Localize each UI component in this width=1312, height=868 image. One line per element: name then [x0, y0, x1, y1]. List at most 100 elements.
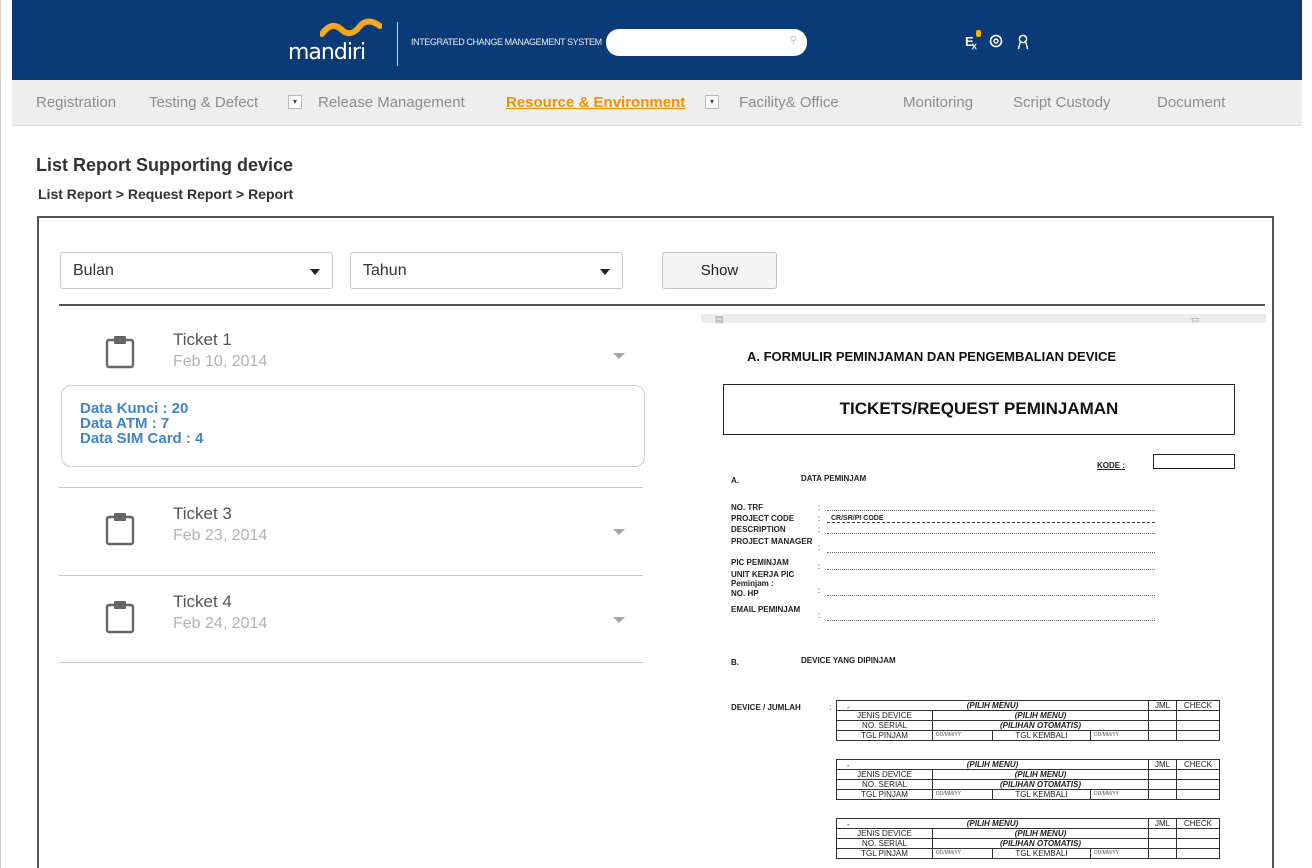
- show-button[interactable]: Show: [662, 252, 777, 289]
- field-line: [827, 510, 1155, 511]
- mandiri-logo[interactable]: mandiri: [278, 18, 390, 65]
- ticket-row[interactable]: Ticket 1 Feb 10, 2014: [59, 318, 643, 380]
- clipboard-icon: [105, 336, 135, 369]
- date-cell[interactable]: DD/MM/YY: [1090, 848, 1149, 859]
- field-colon: :: [818, 503, 821, 512]
- document-heading: A. FORMULIR PEMINJAMAN DAN PENGEMBALIAN …: [747, 349, 1117, 364]
- chevron-down-icon[interactable]: [613, 529, 625, 535]
- check-cell: CHECK: [1176, 700, 1220, 711]
- header-divider: [397, 22, 398, 66]
- date-cell[interactable]: DD/MM/YY: [932, 730, 993, 741]
- field-value: CR/SR/PI CODE: [831, 515, 884, 522]
- jenis-device-label: JENIS DEVICE: [836, 769, 933, 780]
- menu-item-monitoring[interactable]: Monitoring: [903, 94, 973, 111]
- menu-item-testing-defect[interactable]: Testing & Defect: [149, 94, 258, 111]
- menu-item-release-management[interactable]: Release Management: [318, 94, 465, 111]
- clipboard-icon: [105, 601, 135, 634]
- section-a-letter: A.: [731, 476, 739, 485]
- menu-item-script-custody[interactable]: Script Custody: [1013, 94, 1111, 111]
- month-select-value: Bulan: [73, 262, 114, 279]
- ticket-detail-card: Data Kunci : 20 Data ATM : 7 Data SIM Ca…: [61, 385, 645, 467]
- breadcrumb: List Report > Request Report > Report: [38, 186, 293, 202]
- date-cell[interactable]: DD/MM/YY: [1090, 730, 1149, 741]
- search-input[interactable]: [616, 33, 776, 52]
- tgl-pinjam-label: TGL PINJAM: [836, 848, 933, 859]
- menu-choice-cell[interactable]: (PILIH MENU): [932, 828, 1149, 839]
- detail-data-atm: Data ATM : 7: [80, 415, 170, 432]
- window-icon[interactable]: ▭: [1191, 314, 1200, 325]
- auto-choice-cell: (PILIHAN OTOMATIS): [932, 720, 1149, 731]
- ticket-title: Ticket 4: [173, 592, 232, 611]
- top-header: mandiri INTEGRATED CHANGE MANAGEMENT SYS…: [12, 0, 1302, 80]
- year-select-value: Tahun: [363, 262, 407, 279]
- panel-divider: [59, 304, 1265, 306]
- search-box[interactable]: ⚲: [606, 29, 807, 56]
- breadcrumb-separator: >: [232, 186, 249, 202]
- no-serial-label: NO. SERIAL: [836, 720, 933, 731]
- field-label: DESCRIPTION: [731, 525, 786, 534]
- date-cell[interactable]: DD/MM/YY: [932, 848, 993, 859]
- header-icons: EX: [965, 30, 1029, 55]
- detail-data-sim-card: Data SIM Card : 4: [80, 430, 204, 447]
- chevron-down-icon[interactable]: [613, 353, 625, 359]
- search-icon[interactable]: ⚲: [790, 35, 797, 46]
- jml-cell: JML: [1148, 759, 1177, 770]
- menu-item-resource-environment[interactable]: Resource & Environment: [506, 94, 685, 111]
- device-jumlah-label: DEVICE / JUMLAH: [731, 703, 801, 712]
- jml-cell: JML: [1148, 818, 1177, 829]
- resource-environment-dropdown-icon[interactable]: ▾: [705, 95, 719, 109]
- logo-wave-icon: [320, 18, 382, 37]
- section-b-letter: B.: [731, 658, 739, 667]
- field-colon: :: [818, 525, 821, 534]
- tgl-kembali-label: TGL KEMBALI: [992, 789, 1091, 800]
- settings-icon[interactable]: [989, 34, 1003, 55]
- date-cell[interactable]: DD/MM/YY: [932, 789, 993, 800]
- menu-choice-cell[interactable]: (PILIH MENU): [836, 759, 1149, 770]
- ticket-title: Ticket 1: [173, 330, 232, 349]
- field-line: [827, 595, 1155, 596]
- testing-defect-dropdown-icon[interactable]: ▾: [288, 95, 302, 109]
- menu-item-facility-office[interactable]: Facility& Office: [739, 94, 839, 111]
- kode-label: KODE :: [1097, 461, 1125, 470]
- ticket-row[interactable]: Ticket 3 Feb 23, 2014: [59, 490, 643, 574]
- menu-choice-cell[interactable]: (PILIH MENU): [932, 710, 1149, 721]
- field-label: PROJECT MANAGER: [731, 537, 813, 546]
- menu-choice-cell[interactable]: (PILIH MENU): [932, 769, 1149, 780]
- field-colon: :: [818, 611, 821, 620]
- menu-choice-cell[interactable]: (PILIH MENU): [836, 700, 1149, 711]
- breadcrumb-request-report[interactable]: Request Report: [128, 186, 232, 202]
- menu-item-registration[interactable]: Registration: [36, 94, 116, 111]
- section-b-title: DEVICE YANG DIPINJAM: [801, 656, 896, 665]
- chevron-down-icon: [310, 269, 320, 275]
- check-cell: CHECK: [1176, 818, 1220, 829]
- ticket-row[interactable]: Ticket 4 Feb 24, 2014: [59, 578, 643, 662]
- logo-text: mandiri: [288, 40, 366, 65]
- save-icon[interactable]: ▤: [715, 314, 724, 325]
- document-toolbar: ▤ ▭: [701, 314, 1266, 325]
- auto-choice-cell: (PILIHAN OTOMATIS): [932, 838, 1149, 849]
- breadcrumb-list-report[interactable]: List Report: [38, 186, 112, 202]
- jenis-device-label: JENIS DEVICE: [836, 828, 933, 839]
- tgl-kembali-label: TGL KEMBALI: [992, 848, 1091, 859]
- menu-item-document[interactable]: Document: [1157, 94, 1225, 111]
- field-label: PROJECT CODE: [731, 514, 795, 523]
- user-icon[interactable]: [1017, 34, 1029, 55]
- breadcrumb-report: Report: [248, 186, 294, 202]
- field-line: [827, 552, 1155, 553]
- section-a-title: DATA PEMINJAM: [801, 474, 867, 483]
- year-select[interactable]: Tahun: [350, 252, 623, 289]
- check-cell: CHECK: [1176, 759, 1220, 770]
- device-table: (PILIH MENU) JML CHECK JENIS DEVICE (PILIH …: [836, 818, 1220, 859]
- ticket-date: Feb 23, 2014: [173, 527, 268, 544]
- main-menu: Registration Testing & Defect ▾ Release …: [12, 80, 1302, 126]
- menu-choice-cell[interactable]: (PILIH MENU): [836, 818, 1149, 829]
- device-table: (PILIH MENU) JML CHECK JENIS DEVICE (PILIH …: [836, 700, 1220, 741]
- chevron-down-icon[interactable]: [613, 617, 625, 623]
- date-cell[interactable]: DD/MM/YY: [1090, 789, 1149, 800]
- month-select[interactable]: Bulan: [60, 252, 333, 289]
- device-table: (PILIH MENU) JML CHECK JENIS DEVICE (PILIH …: [836, 759, 1220, 800]
- ticket-title: Ticket 3: [173, 504, 232, 523]
- field-colon: :: [818, 514, 821, 523]
- excel-export-icon[interactable]: EX: [965, 30, 982, 55]
- kode-field: [1153, 454, 1235, 469]
